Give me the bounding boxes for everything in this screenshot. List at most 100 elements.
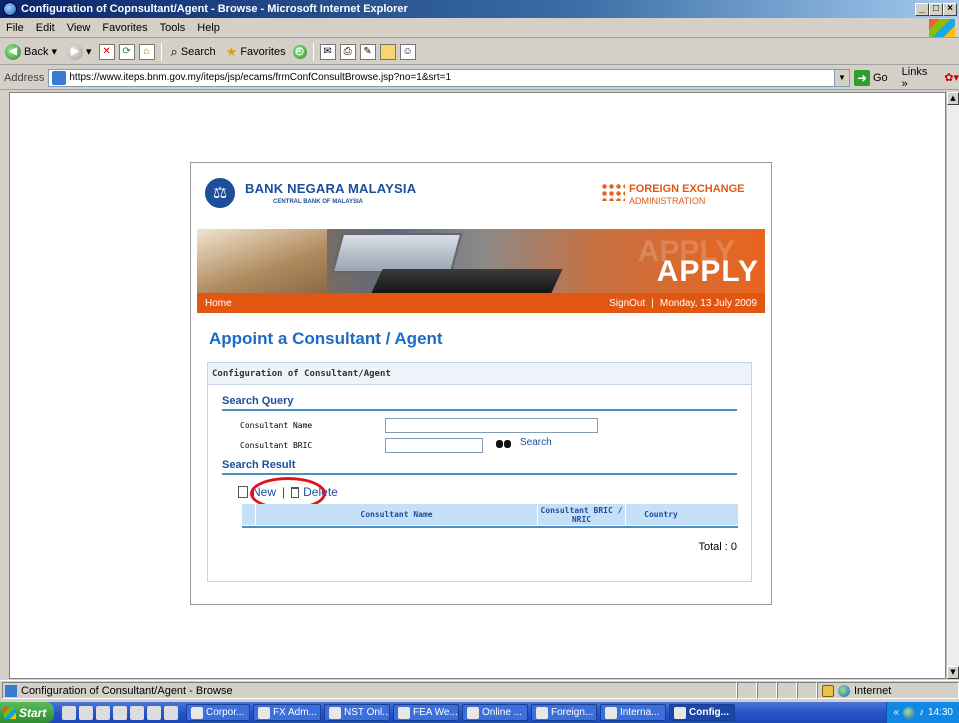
- menu-edit[interactable]: Edit: [30, 22, 61, 34]
- print-icon[interactable]: ⎙: [339, 43, 356, 60]
- consultant-bric-input[interactable]: [385, 438, 483, 453]
- taskbar-item-active[interactable]: Config...: [669, 704, 735, 721]
- result-table-header: Consultant Name Consultant BRIC / NRIC C…: [242, 504, 738, 525]
- ie-icon: [605, 706, 617, 719]
- menu-tools[interactable]: Tools: [154, 22, 192, 34]
- minimize-button[interactable]: _: [915, 2, 929, 16]
- taskbar: Start Corpor... FX Adm... NST Onl... FEA…: [0, 702, 959, 723]
- menu-help[interactable]: Help: [191, 22, 226, 34]
- go-label: Go: [872, 71, 888, 84]
- maximize-button[interactable]: □: [929, 2, 943, 16]
- taskbar-item[interactable]: Online ...: [462, 704, 528, 721]
- consultant-name-label: Consultant Name: [240, 421, 313, 430]
- bank-subtitle: CENTRAL BANK OF MALAYSIA: [273, 199, 364, 205]
- nav-signout-link[interactable]: SignOut: [609, 298, 645, 309]
- messenger-icon[interactable]: ☺: [399, 43, 416, 60]
- quick-launch-icon[interactable]: [164, 705, 178, 720]
- menu-view[interactable]: View: [61, 22, 97, 34]
- menu-bar: File Edit View Favorites Tools Help: [0, 18, 959, 38]
- status-text-area: Configuration of Consultant/Agent - Brow…: [2, 682, 737, 699]
- app-icon: [258, 706, 270, 719]
- windows-flag-icon: [4, 706, 16, 719]
- column-consultant-bric[interactable]: Consultant BRIC / NRIC: [538, 504, 626, 525]
- search-button[interactable]: ⌕ Search: [168, 41, 219, 63]
- table-bottom-line: [242, 526, 738, 528]
- folder-icon[interactable]: [379, 43, 396, 60]
- nav-divider: |: [651, 297, 654, 309]
- mail-icon[interactable]: ✉: [319, 43, 336, 60]
- scroll-down-icon[interactable]: ▼: [947, 666, 959, 679]
- config-panel-title: Configuration of Consultant/Agent: [208, 363, 751, 385]
- favorites-label: Favorites: [240, 45, 286, 58]
- network-icon[interactable]: [902, 706, 915, 719]
- volume-icon[interactable]: ♪: [919, 707, 924, 718]
- binoculars-icon: [496, 438, 512, 448]
- quick-launch-icon[interactable]: [62, 705, 76, 720]
- windows-logo-icon: [929, 19, 955, 37]
- menu-favorites[interactable]: Favorites: [96, 22, 153, 34]
- start-button[interactable]: Start: [0, 702, 54, 723]
- vertical-scrollbar[interactable]: ▲ ▼: [946, 92, 959, 679]
- banner-desk-image: [197, 229, 327, 293]
- fx-admin-name: FOREIGN EXCHANGE: [629, 183, 745, 195]
- quick-launch-icon[interactable]: [113, 705, 127, 720]
- quick-launch: [54, 705, 186, 720]
- edit-icon[interactable]: ✎: [359, 43, 376, 60]
- taskbar-item[interactable]: FX Adm...: [253, 704, 321, 721]
- go-button[interactable]: ➜ Go: [853, 69, 888, 86]
- quick-launch-icon[interactable]: [130, 705, 144, 720]
- consultant-bric-label: Consultant BRIC: [240, 441, 313, 450]
- links-button[interactable]: Links »: [902, 66, 937, 90]
- folder-icon: [398, 706, 410, 719]
- refresh-icon[interactable]: ⟳: [118, 43, 135, 60]
- addon-icon[interactable]: ✿▾: [944, 71, 959, 84]
- taskbar-item[interactable]: Interna...: [600, 704, 666, 721]
- taskbar-item[interactable]: FEA We...: [393, 704, 459, 721]
- search-label: Search: [180, 45, 216, 58]
- scroll-up-icon[interactable]: ▲: [947, 92, 959, 105]
- browser-viewport: ⚖ BANK NEGARA MALAYSIA CENTRAL BANK OF M…: [9, 92, 946, 679]
- menu-file[interactable]: File: [0, 22, 30, 34]
- fx-admin-subtitle: ADMINISTRATION: [629, 196, 706, 206]
- browser-toolbar: ◀ Back ▾ ▶ ▾ ✕ ⟳ ⌂ ⌕ Search ★ Favorites …: [0, 39, 959, 65]
- taskbar-item[interactable]: Corpor...: [186, 704, 250, 721]
- search-link[interactable]: Search: [496, 437, 552, 448]
- address-input[interactable]: https://www.iteps.bnm.gov.my/iteps/jsp/e…: [48, 68, 850, 87]
- close-button[interactable]: ×: [943, 2, 957, 16]
- favorites-button[interactable]: ★ Favorites: [223, 41, 289, 63]
- select-column: [242, 504, 256, 525]
- status-bar: Configuration of Consultant/Agent - Brow…: [0, 680, 959, 700]
- nav-home-link[interactable]: Home: [205, 298, 232, 309]
- quick-launch-icon[interactable]: [79, 705, 93, 720]
- toolbar-separator: [312, 42, 314, 61]
- ie-icon: [3, 2, 17, 16]
- forward-button[interactable]: ▶ ▾: [64, 41, 95, 63]
- window-title-bar: Configuration of Copnsultant/Agent - Bro…: [0, 0, 959, 18]
- quick-launch-icon[interactable]: [96, 705, 110, 720]
- consultant-name-input[interactable]: [385, 418, 598, 433]
- home-icon[interactable]: ⌂: [138, 43, 155, 60]
- tray-expand-icon[interactable]: «: [893, 707, 899, 718]
- address-label: Address: [4, 71, 45, 84]
- history-icon[interactable]: ◴: [292, 44, 307, 59]
- dropdown-arrow-icon[interactable]: ▾: [51, 45, 57, 58]
- dropdown-arrow-icon[interactable]: ▾: [86, 45, 92, 58]
- column-consultant-name[interactable]: Consultant Name: [256, 504, 538, 525]
- back-label: Back: [24, 45, 49, 58]
- stop-icon[interactable]: ✕: [98, 43, 115, 60]
- forward-arrow-icon: ▶: [67, 43, 83, 60]
- section-divider: [222, 409, 737, 411]
- quick-launch-icon[interactable]: [147, 705, 161, 720]
- site-nav-bar: Home SignOut | Monday, 13 July 2009: [197, 293, 765, 313]
- back-button[interactable]: ◀ Back ▾: [2, 41, 60, 63]
- taskbar-item[interactable]: Foreign...: [531, 704, 597, 721]
- system-tray: « ♪ 14:30: [886, 702, 959, 723]
- address-dropdown-icon[interactable]: ▼: [833, 69, 849, 86]
- clock[interactable]: 14:30: [928, 707, 953, 718]
- globe-icon: [838, 684, 850, 697]
- column-country[interactable]: Country: [626, 504, 696, 525]
- page-title: Appoint a Consultant / Agent: [209, 329, 443, 348]
- search-link-label: Search: [520, 437, 552, 448]
- taskbar-item[interactable]: NST Onl...: [324, 704, 390, 721]
- page-container: ⚖ BANK NEGARA MALAYSIA CENTRAL BANK OF M…: [190, 162, 772, 605]
